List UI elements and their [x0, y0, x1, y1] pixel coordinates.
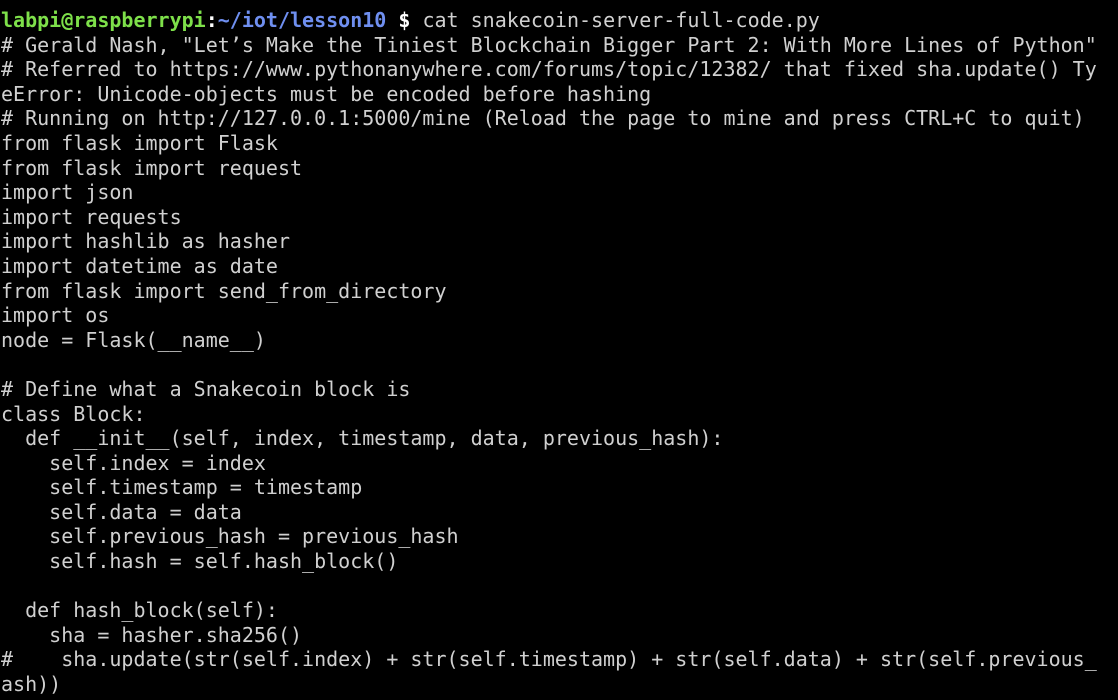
- output-line: sha = hasher.sha256(): [1, 622, 303, 647]
- output-line: from flask import Flask: [1, 130, 278, 155]
- prompt-path: ~/iot/lesson10: [217, 8, 387, 32]
- output-line: from flask import send_from_directory: [1, 278, 447, 303]
- output-line: def __init__(self, index, timestamp, dat…: [1, 426, 724, 451]
- output-line: def hash_block(self):: [1, 598, 278, 623]
- output-line: self.hash = self.hash_block(): [1, 549, 399, 574]
- output-line: self.index = index: [1, 450, 266, 475]
- output-line: # Running on http://127.0.0.1:5000/mine …: [1, 106, 1085, 131]
- prompt-symbol: $: [398, 8, 411, 32]
- output-line: node = Flask(__name__): [1, 327, 266, 352]
- prompt-separator: :: [205, 8, 218, 32]
- output-line: import datetime as date: [1, 253, 278, 278]
- output-line: import requests: [1, 204, 182, 229]
- output-line: # Gerald Nash, "Let’s Make the Tiniest B…: [1, 32, 1097, 57]
- output-line: self.previous_hash = previous_hash: [1, 524, 459, 549]
- output-line: import json: [1, 180, 134, 205]
- output-line: class Block:: [1, 401, 146, 426]
- output-line: # Define what a Snakecoin block is: [1, 376, 411, 401]
- prompt-user-host: labpi@raspberrypi: [1, 8, 206, 32]
- output-line: self.data = data: [1, 499, 242, 524]
- prompt-command: cat snakecoin-server-full-code.py: [410, 8, 820, 32]
- output-line: # sha.update(str(self.index) + str(self.…: [1, 647, 1097, 672]
- output-line: ash)): [1, 672, 62, 697]
- output-line: import os: [1, 303, 110, 328]
- output-line: from flask import request: [1, 155, 303, 180]
- output-line: self.timestamp = timestamp: [1, 475, 363, 500]
- terminal-window[interactable]: labpi@raspberrypi:~/iot/lesson10 $ cat s…: [0, 0, 1118, 700]
- output-line: import hashlib as hasher: [1, 229, 290, 254]
- output-line: # Referred to https://www.pythonanywhere…: [1, 57, 1097, 82]
- command-prompt-line: labpi@raspberrypi:~/iot/lesson10 $ cat s…: [0, 8, 1118, 33]
- output-line: eError: Unicode-objects must be encoded …: [1, 81, 652, 106]
